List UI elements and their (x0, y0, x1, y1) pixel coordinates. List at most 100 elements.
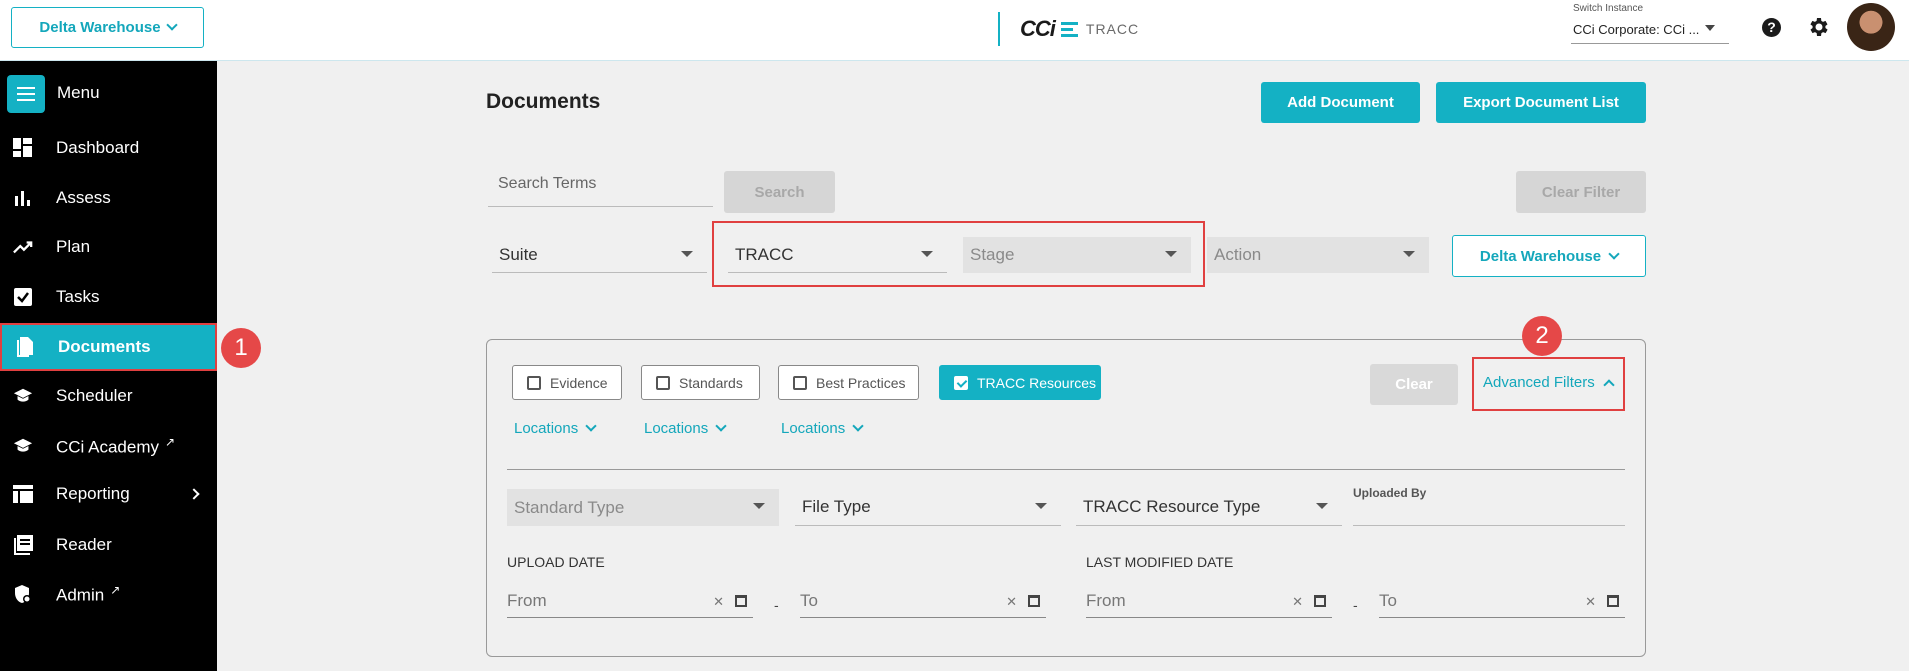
sidebar-item-reporting[interactable]: Reporting (0, 470, 217, 518)
suite-select-value: Suite (499, 244, 538, 264)
tracc-resource-type-value: TRACC Resource Type (1083, 497, 1261, 516)
clear-button[interactable]: Clear (1370, 364, 1458, 405)
date-to-placeholder: To (800, 591, 818, 610)
chip-label: TRACC Resources (977, 374, 1097, 391)
callout-badge-1: 1 (221, 328, 261, 368)
locations-label: Locations (514, 420, 579, 437)
sidebar-item-assess[interactable]: Assess (0, 174, 217, 222)
locations-label: Locations (781, 420, 846, 437)
sidebar-item-plan[interactable]: Plan (0, 223, 217, 271)
search-button[interactable]: Search (724, 171, 835, 213)
caret-down-icon (1316, 503, 1328, 509)
hamburger-menu-icon[interactable] (7, 75, 45, 113)
chip-label: Evidence (550, 374, 608, 391)
calendar-icon[interactable] (735, 595, 747, 607)
chip-tracc-resources[interactable]: TRACC Resources (939, 365, 1101, 400)
caret-down-icon (1705, 25, 1715, 31)
mortarboard-icon (13, 386, 33, 406)
locations-dropdown-1[interactable]: Locations (514, 420, 597, 437)
clear-x-icon[interactable]: ✕ (1292, 594, 1303, 610)
user-avatar[interactable] (1847, 3, 1895, 51)
upload-date-to-field[interactable]: To ✕ (800, 585, 1046, 618)
file-type-value: File Type (802, 497, 871, 516)
calendar-icon[interactable] (1314, 595, 1326, 607)
date-range-dash: - (774, 597, 779, 613)
locations-dropdown-3[interactable]: Locations (781, 420, 864, 437)
chevron-down-icon (715, 420, 727, 432)
action-select[interactable]: Action (1207, 237, 1429, 273)
warehouse-filter-label: Delta Warehouse (1479, 247, 1602, 265)
date-to-placeholder: To (1379, 591, 1397, 610)
bar-chart-icon (13, 188, 33, 208)
warehouse-filter-button[interactable]: Delta Warehouse (1452, 235, 1646, 277)
export-document-list-button[interactable]: Export Document List (1436, 82, 1646, 123)
upload-date-label: UPLOAD DATE (507, 554, 605, 570)
sidebar-item-cci-academy[interactable]: CCi Academy ↗ (0, 422, 217, 470)
cci-tracc-logo: CCi TRACC (998, 12, 1139, 46)
switch-instance-value: CCi Corporate: CCi ... (1573, 22, 1700, 37)
sidebar-item-label: Tasks (56, 287, 100, 306)
chip-best-practices[interactable]: Best Practices (778, 365, 919, 400)
file-type-select[interactable]: File Type (795, 489, 1061, 526)
chip-evidence[interactable]: Evidence (512, 365, 622, 400)
highlight-box-filters (712, 221, 1205, 287)
caret-down-icon (681, 251, 693, 257)
clear-x-icon[interactable]: ✕ (1585, 594, 1596, 610)
checkbox-icon (656, 376, 670, 390)
calendar-icon[interactable] (1028, 595, 1040, 607)
sidebar-item-label: CCi Academy (56, 437, 159, 457)
sidebar-item-dashboard[interactable]: Dashboard (0, 124, 217, 172)
search-input[interactable]: Search Terms (488, 175, 713, 207)
standard-type-select[interactable]: Standard Type (507, 489, 779, 526)
chip-standards[interactable]: Standards (641, 365, 760, 400)
sidebar: Menu Dashboard Assess Plan Tasks Documen… (0, 61, 217, 671)
logo-mark-icon (1060, 21, 1078, 37)
date-from-placeholder: From (1086, 591, 1126, 610)
sidebar-item-reader[interactable]: Reader (0, 521, 217, 569)
sidebar-item-admin[interactable]: Admin ↗ (0, 570, 217, 618)
checkbox-icon (527, 376, 541, 390)
table-icon (13, 484, 33, 504)
sidebar-item-scheduler[interactable]: Scheduler (0, 372, 217, 420)
clear-filter-button[interactable]: Clear Filter (1516, 171, 1646, 213)
chevron-down-icon (585, 420, 597, 432)
callout-badge-2: 2 (1522, 316, 1562, 356)
sidebar-item-label: Reader (56, 535, 112, 554)
upload-date-from-field[interactable]: From ✕ (507, 585, 753, 618)
last-modified-to-field[interactable]: To ✕ (1379, 585, 1625, 618)
standard-type-value: Standard Type (514, 497, 625, 517)
chip-label: Best Practices (816, 374, 906, 391)
add-document-button[interactable]: Add Document (1261, 82, 1420, 123)
top-bar: Delta Warehouse CCi TRACC Switch Instanc… (0, 0, 1909, 61)
clear-x-icon[interactable]: ✕ (1006, 594, 1017, 610)
panel-divider (507, 469, 1625, 470)
uploaded-by-label: Uploaded By (1353, 486, 1427, 500)
caret-down-icon (1035, 503, 1047, 509)
clear-x-icon[interactable]: ✕ (713, 594, 724, 610)
warehouse-selector-button[interactable]: Delta Warehouse (11, 7, 204, 48)
gear-icon[interactable] (1806, 15, 1830, 39)
help-icon[interactable]: ? (1762, 18, 1781, 37)
suite-select[interactable]: Suite (492, 237, 707, 273)
checked-checkbox-icon (954, 376, 968, 390)
warehouse-selector-label: Delta Warehouse (39, 19, 161, 36)
sidebar-item-label: Admin (56, 585, 105, 605)
locations-label: Locations (644, 420, 709, 437)
tracc-resource-type-select[interactable]: TRACC Resource Type (1076, 489, 1342, 526)
sidebar-item-label: Scheduler (56, 386, 133, 405)
uploaded-by-input[interactable] (1353, 500, 1625, 526)
checkbox-icon (13, 287, 33, 307)
calendar-icon[interactable] (1607, 595, 1619, 607)
date-range-dash: - (1353, 597, 1358, 613)
mortarboard-icon (13, 436, 33, 456)
trend-icon (13, 237, 33, 257)
date-from-placeholder: From (507, 591, 547, 610)
last-modified-date-label: LAST MODIFIED DATE (1086, 554, 1234, 570)
sidebar-item-label: Plan (56, 237, 91, 256)
last-modified-from-field[interactable]: From ✕ (1086, 585, 1332, 618)
sidebar-item-documents[interactable]: Documents (0, 323, 217, 371)
external-link-icon: ↗ (110, 582, 121, 597)
sidebar-item-tasks[interactable]: Tasks (0, 273, 217, 321)
locations-dropdown-2[interactable]: Locations (644, 420, 727, 437)
switch-instance-select[interactable]: CCi Corporate: CCi ... (1571, 19, 1729, 44)
